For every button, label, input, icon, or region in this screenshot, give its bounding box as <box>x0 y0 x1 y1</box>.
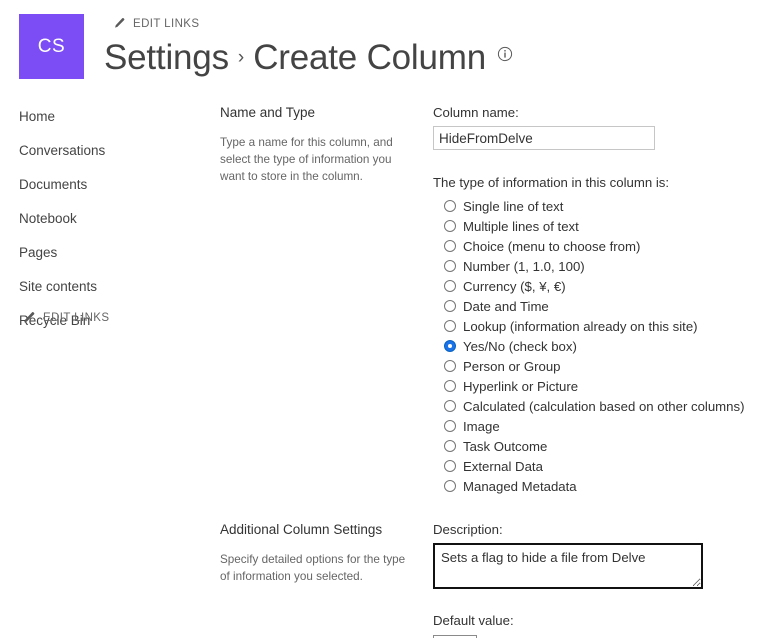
radio-icon <box>444 320 456 332</box>
sidebar-item-site-contents[interactable]: Site contents <box>0 273 200 300</box>
sidebar-item-documents[interactable]: Documents <box>0 171 200 198</box>
name-and-type-help-text: Type a name for this column, and select … <box>220 136 393 183</box>
radio-image[interactable]: Image <box>433 416 767 436</box>
additional-settings-description: Additional Column Settings Specify detai… <box>220 522 425 638</box>
left-navigation: Home Conversations Documents Notebook Pa… <box>0 103 200 341</box>
name-and-type-fields: Column name: The type of information in … <box>425 105 767 496</box>
radio-lookup[interactable]: Lookup (information already on this site… <box>433 316 767 336</box>
radio-label: External Data <box>463 458 543 474</box>
radio-icon <box>444 200 456 212</box>
radio-label: Task Outcome <box>463 438 548 454</box>
site-logo-initials: CS <box>37 35 66 57</box>
edit-links-sidebar-label: EDIT LINKS <box>43 311 110 324</box>
additional-column-settings-section: Additional Column Settings Specify detai… <box>220 522 767 638</box>
additional-settings-fields: Description: Sets a flag to hide a file … <box>425 522 767 638</box>
radio-label: Currency ($, ¥, €) <box>463 278 566 294</box>
name-and-type-section: Name and Type Type a name for this colum… <box>220 105 767 496</box>
radio-yes-no[interactable]: Yes/No (check box) <box>433 336 767 356</box>
radio-calculated[interactable]: Calculated (calculation based on other c… <box>433 396 767 416</box>
radio-icon <box>444 360 456 372</box>
breadcrumb-separator-icon: › <box>237 47 245 68</box>
column-type-radio-group: Single line of text Multiple lines of te… <box>433 196 767 496</box>
radio-label: Multiple lines of text <box>463 218 579 234</box>
radio-number[interactable]: Number (1, 1.0, 100) <box>433 256 767 276</box>
page-title: Settings › Create Column <box>104 38 513 78</box>
radio-icon <box>444 240 456 252</box>
radio-icon <box>444 380 456 392</box>
radio-person-or-group[interactable]: Person or Group <box>433 356 767 376</box>
radio-icon <box>444 280 456 292</box>
radio-label: Image <box>463 418 500 434</box>
radio-managed-metadata[interactable]: Managed Metadata <box>433 476 767 496</box>
radio-icon <box>444 420 456 432</box>
default-value-label: Default value: <box>433 613 514 628</box>
create-column-form: Name and Type Type a name for this colum… <box>220 105 767 638</box>
page-title-create-column: Create Column <box>253 38 486 77</box>
description-label: Description: <box>433 522 503 537</box>
radio-label: Choice (menu to choose from) <box>463 238 641 254</box>
info-circle-icon[interactable] <box>497 46 513 67</box>
column-name-label: Column name: <box>433 105 519 120</box>
radio-external-data[interactable]: External Data <box>433 456 767 476</box>
sidebar-item-pages[interactable]: Pages <box>0 239 200 266</box>
edit-links-top-button[interactable]: EDIT LINKS <box>112 17 199 30</box>
radio-icon <box>444 460 456 472</box>
radio-single-line-of-text[interactable]: Single line of text <box>433 196 767 216</box>
radio-multiple-lines-of-text[interactable]: Multiple lines of text <box>433 216 767 236</box>
description-input[interactable]: Sets a flag to hide a file from Delve <box>433 543 703 589</box>
radio-label: Managed Metadata <box>463 478 577 494</box>
radio-task-outcome[interactable]: Task Outcome <box>433 436 767 456</box>
name-and-type-description: Name and Type Type a name for this colum… <box>220 105 425 496</box>
radio-label: Yes/No (check box) <box>463 338 577 354</box>
column-name-input[interactable] <box>433 126 655 150</box>
column-type-label: The type of information in this column i… <box>433 175 670 190</box>
radio-label: Calculated (calculation based on other c… <box>463 398 745 414</box>
radio-icon <box>444 480 456 492</box>
radio-icon <box>444 220 456 232</box>
radio-icon <box>444 300 456 312</box>
radio-date-and-time[interactable]: Date and Time <box>433 296 767 316</box>
radio-label: Hyperlink or Picture <box>463 378 579 394</box>
pencil-icon <box>21 311 35 324</box>
radio-icon <box>444 400 456 412</box>
sidebar-item-notebook[interactable]: Notebook <box>0 205 200 232</box>
additional-settings-title: Additional Column Settings <box>220 522 383 537</box>
sidebar-item-home[interactable]: Home <box>0 103 200 130</box>
radio-label: Lookup (information already on this site… <box>463 318 698 334</box>
radio-label: Number (1, 1.0, 100) <box>463 258 585 274</box>
radio-icon <box>444 440 456 452</box>
radio-label: Date and Time <box>463 298 549 314</box>
edit-links-sidebar-button[interactable]: EDIT LINKS <box>21 311 109 324</box>
radio-icon-selected <box>444 340 456 352</box>
radio-icon <box>444 260 456 272</box>
additional-settings-help-text: Specify detailed options for the type of… <box>220 553 406 583</box>
sidebar-item-conversations[interactable]: Conversations <box>0 137 200 164</box>
radio-label: Single line of text <box>463 198 564 214</box>
page-header: CS EDIT LINKS Settings › Create Column <box>0 0 767 90</box>
pencil-icon <box>112 17 125 30</box>
breadcrumb-settings[interactable]: Settings <box>104 38 229 78</box>
edit-links-top-label: EDIT LINKS <box>133 17 200 30</box>
radio-hyperlink-or-picture[interactable]: Hyperlink or Picture <box>433 376 767 396</box>
radio-currency[interactable]: Currency ($, ¥, €) <box>433 276 767 296</box>
radio-label: Person or Group <box>463 358 561 374</box>
site-logo-tile[interactable]: CS <box>19 14 84 79</box>
name-and-type-title: Name and Type <box>220 105 316 120</box>
create-column-page: CS EDIT LINKS Settings › Create Column H… <box>0 0 767 638</box>
radio-choice[interactable]: Choice (menu to choose from) <box>433 236 767 256</box>
